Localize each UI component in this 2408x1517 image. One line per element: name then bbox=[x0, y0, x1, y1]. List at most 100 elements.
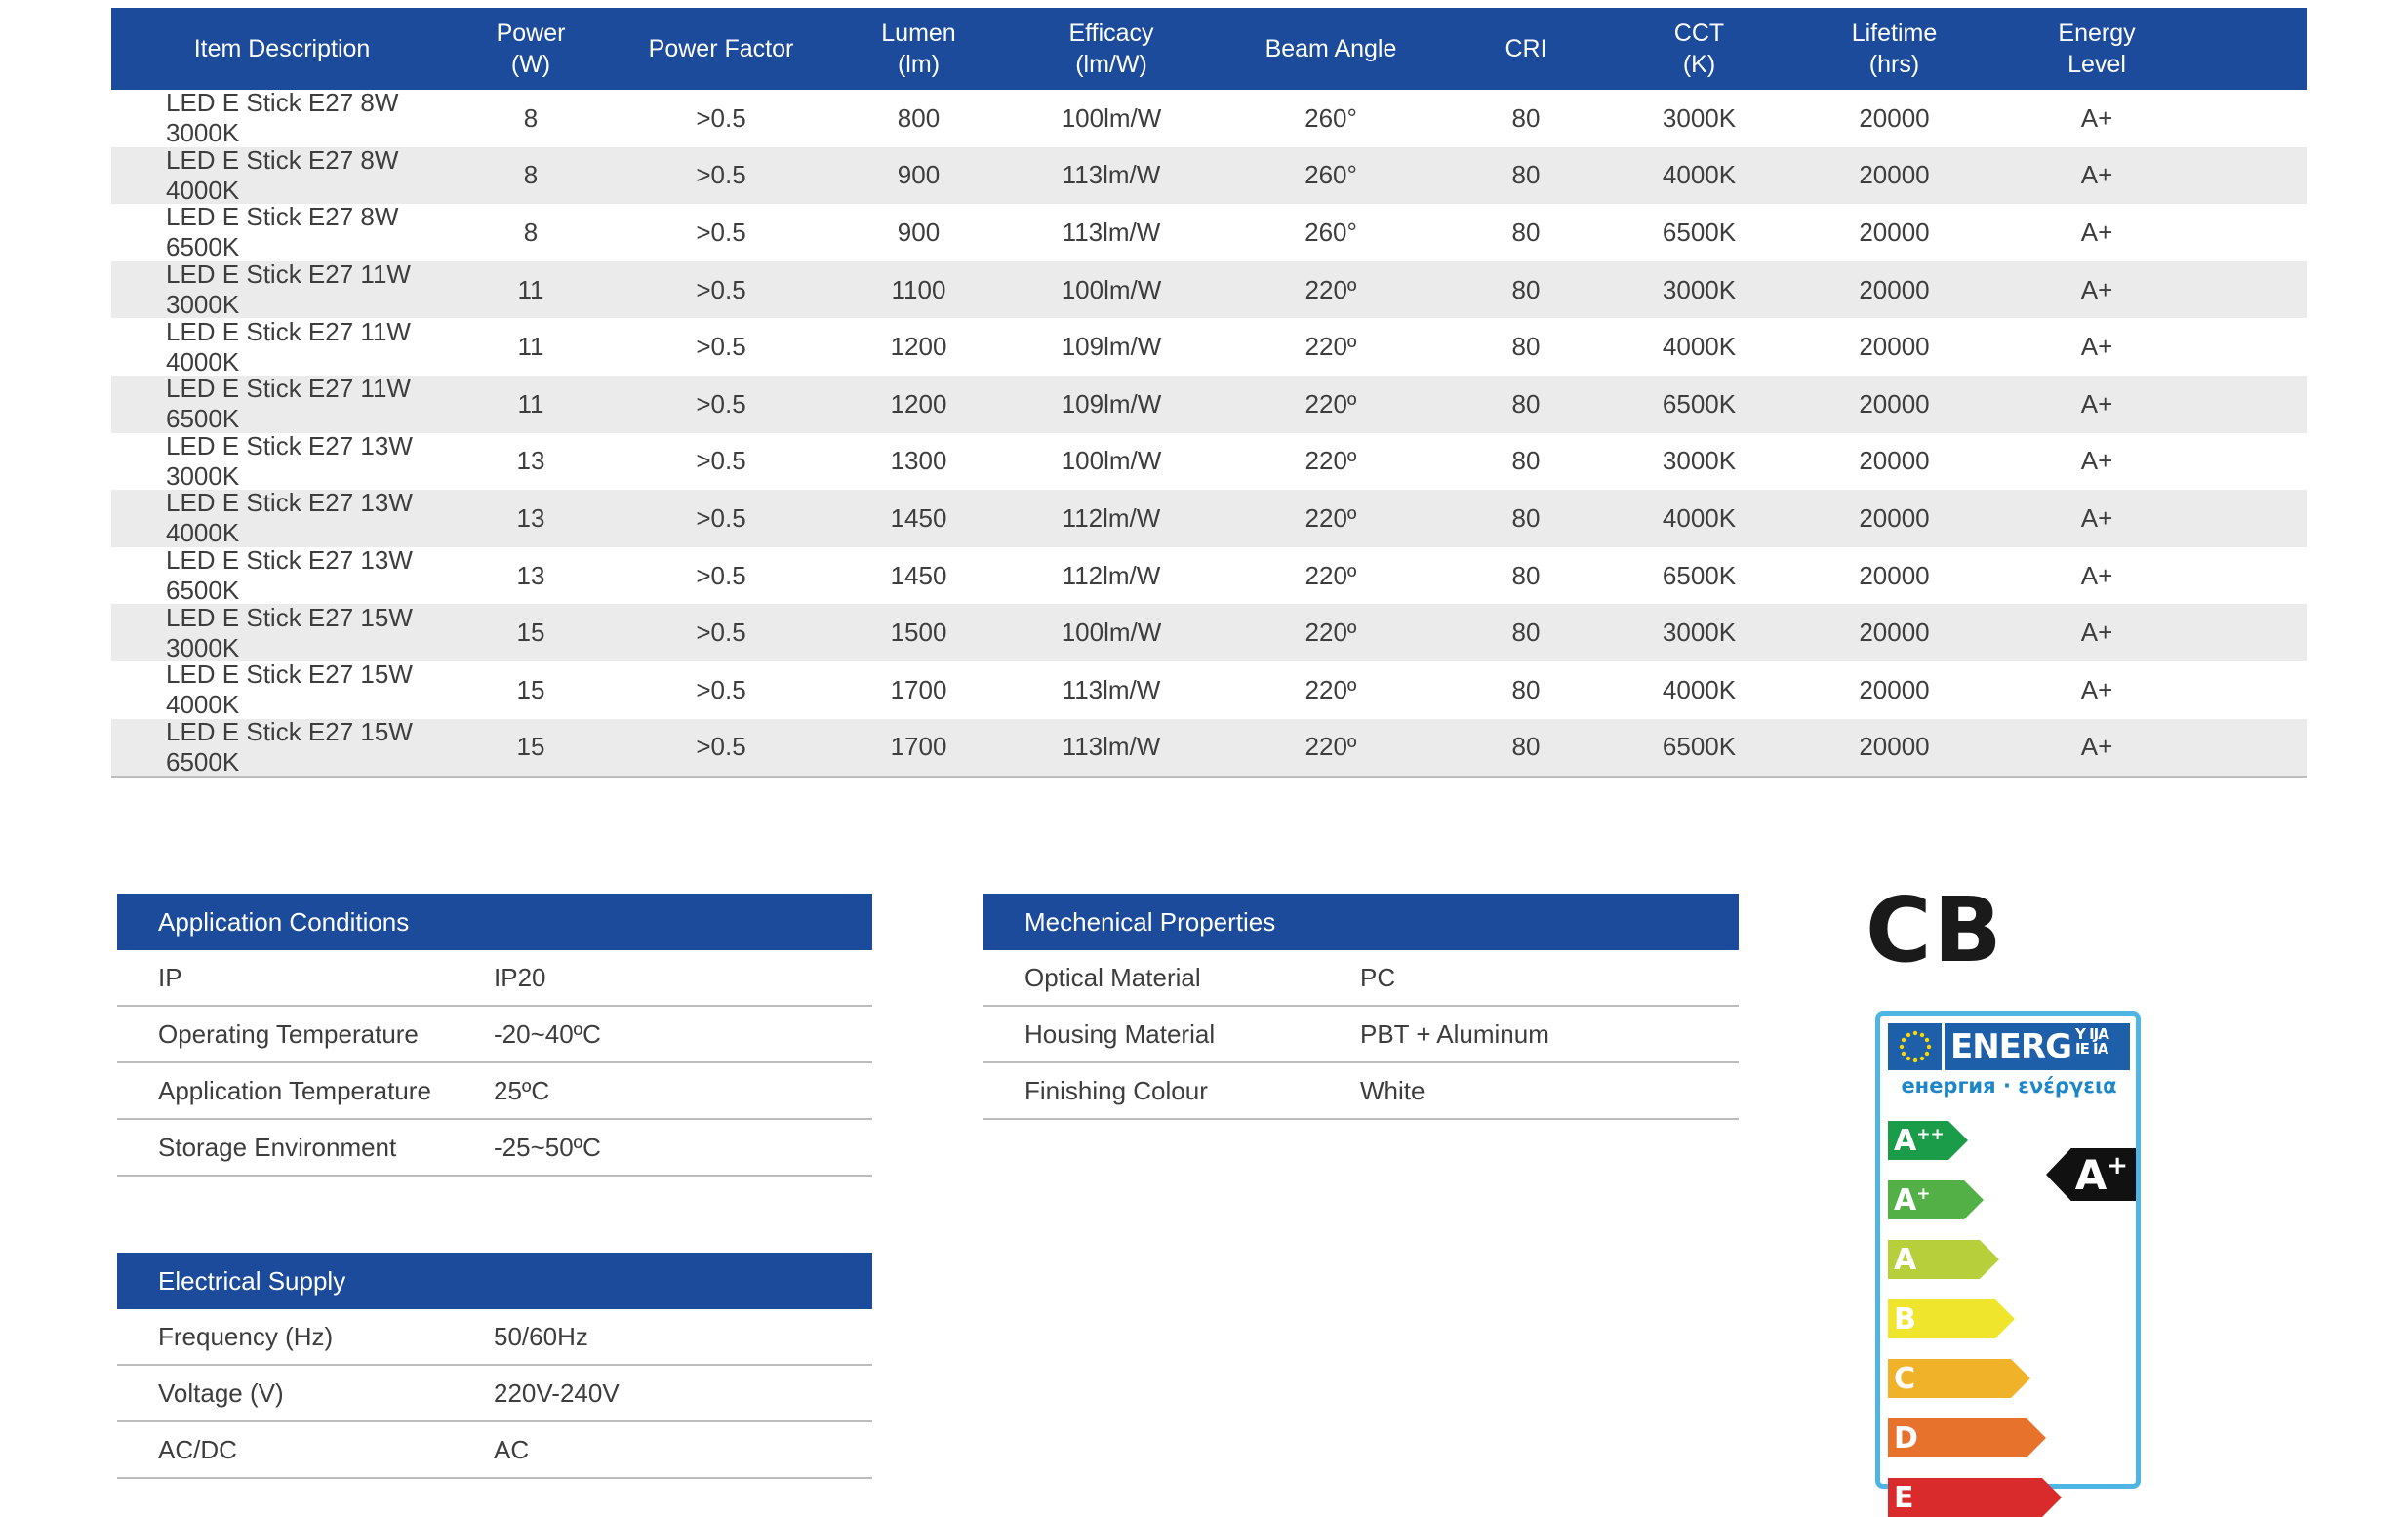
energy-class-bar: A ++ bbox=[1888, 1121, 1968, 1160]
lifetime-cell: 20000 bbox=[1859, 160, 1930, 190]
table-row: LED E Stick E27 13W 6500K 13 >0.5 1450 112lm… bbox=[111, 545, 2307, 606]
header-energy-level: Energy Level bbox=[2058, 20, 2136, 78]
beam-angle-cell: 220º bbox=[1304, 674, 1357, 704]
lumen-cell: 900 bbox=[897, 160, 941, 190]
lifetime-cell: 20000 bbox=[1859, 618, 1930, 648]
property-value: -25~50ºC bbox=[494, 1132, 601, 1162]
table-row: Frequency (Hz) 50/60Hz bbox=[117, 1309, 872, 1366]
cb-certification-logo: CB bbox=[1866, 878, 2004, 982]
power-factor-cell: >0.5 bbox=[696, 674, 746, 704]
item-description-cell: LED E Stick E27 13W 6500K bbox=[166, 545, 413, 606]
table-row: Optical Material PC bbox=[983, 950, 1739, 1007]
table-row: Storage Environment -25~50ºC bbox=[117, 1120, 872, 1177]
lifetime-cell: 20000 bbox=[1859, 388, 1930, 419]
cct-cell: 3000K bbox=[1662, 446, 1737, 476]
energy-rating-arrow: A + bbox=[2046, 1148, 2136, 1201]
power-factor-cell: >0.5 bbox=[696, 732, 746, 762]
table-row: LED E Stick E27 15W 4000K 15 >0.5 1700 113lm… bbox=[111, 659, 2307, 720]
property-value: AC bbox=[494, 1434, 530, 1464]
property-value: 25ºC bbox=[494, 1075, 550, 1105]
item-description-cell: LED E Stick E27 11W 3000K bbox=[166, 259, 411, 320]
cri-cell: 80 bbox=[1511, 560, 1541, 590]
energy-level-cell: A+ bbox=[2080, 560, 2113, 590]
property-key: Housing Material bbox=[1024, 1018, 1216, 1049]
header-lumen: Lumen (lm) bbox=[881, 20, 956, 78]
power-factor-cell: >0.5 bbox=[696, 618, 746, 648]
lumen-cell: 1700 bbox=[890, 732, 947, 762]
mechanical-properties-table: Mechenical Properties Optical Material PC… bbox=[983, 894, 1739, 1120]
lumen-cell: 900 bbox=[897, 217, 941, 247]
table-row: LED E Stick E27 11W 6500K 11 >0.5 1200 109lm… bbox=[111, 374, 2307, 434]
spec-table: Item Description Power (W) Power Factor L… bbox=[111, 8, 2307, 778]
table-row: LED E Stick E27 8W 3000K 8 >0.5 800 100lm/W 2… bbox=[111, 88, 2307, 147]
power-cell: 11 bbox=[517, 388, 544, 419]
header-cct: CCT (K) bbox=[1673, 20, 1725, 78]
lifetime-cell: 20000 bbox=[1859, 560, 1930, 590]
header-power: Power (W) bbox=[496, 20, 566, 78]
power-cell: 13 bbox=[516, 560, 545, 590]
efficacy-cell: 109lm/W bbox=[1061, 388, 1162, 419]
efficacy-cell: 100lm/W bbox=[1061, 274, 1162, 304]
table-row: LED E Stick E27 15W 6500K 15 >0.5 1700 113lm… bbox=[111, 717, 2307, 777]
mechanical-properties-title: Mechenical Properties bbox=[983, 894, 1739, 950]
power-factor-cell: >0.5 bbox=[696, 560, 746, 590]
power-cell: 13 bbox=[516, 502, 545, 533]
property-value: 50/60Hz bbox=[494, 1321, 588, 1351]
power-cell: 8 bbox=[523, 160, 539, 190]
item-description-cell: LED E Stick E27 15W 4000K bbox=[166, 659, 413, 720]
cri-cell: 80 bbox=[1511, 388, 1541, 419]
table-row: LED E Stick E27 11W 3000K 11 >0.5 1100 100lm… bbox=[111, 259, 2307, 320]
energy-level-cell: A+ bbox=[2080, 388, 2113, 419]
lifetime-cell: 20000 bbox=[1859, 446, 1930, 476]
item-description-cell: LED E Stick E27 13W 4000K bbox=[166, 488, 413, 548]
beam-angle-cell: 220º bbox=[1304, 732, 1357, 762]
beam-angle-cell: 260° bbox=[1304, 160, 1357, 190]
power-cell: 15 bbox=[516, 618, 545, 648]
property-key: AC/DC bbox=[158, 1434, 237, 1464]
power-factor-cell: >0.5 bbox=[696, 274, 746, 304]
table-row: LED E Stick E27 8W 4000K 8 >0.5 900 113lm/W 2… bbox=[111, 145, 2307, 205]
efficacy-cell: 100lm/W bbox=[1061, 446, 1162, 476]
cct-cell: 4000K bbox=[1662, 674, 1737, 704]
item-description-cell: LED E Stick E27 11W 6500K bbox=[166, 374, 411, 434]
cri-cell: 80 bbox=[1511, 102, 1541, 133]
header-beam-angle: Beam Angle bbox=[1264, 35, 1397, 62]
efficacy-cell: 112lm/W bbox=[1062, 560, 1161, 590]
application-conditions-title: Application Conditions bbox=[117, 894, 872, 950]
cct-cell: 6500K bbox=[1662, 388, 1737, 419]
cri-cell: 80 bbox=[1511, 732, 1541, 762]
cct-cell: 4000K bbox=[1662, 502, 1737, 533]
energy-level-cell: A+ bbox=[2080, 217, 2113, 247]
power-cell: 11 bbox=[517, 274, 544, 304]
lumen-cell: 1300 bbox=[890, 446, 947, 476]
lumen-cell: 1450 bbox=[890, 560, 947, 590]
efficacy-cell: 100lm/W bbox=[1061, 618, 1162, 648]
energy-level-cell: A+ bbox=[2080, 618, 2113, 648]
energy-class-bar: D bbox=[1888, 1418, 2046, 1457]
lifetime-cell: 20000 bbox=[1859, 332, 1930, 362]
energy-class-letter: B bbox=[1894, 1301, 1916, 1337]
power-factor-cell: >0.5 bbox=[696, 102, 746, 133]
power-factor-cell: >0.5 bbox=[696, 332, 746, 362]
power-factor-cell: >0.5 bbox=[696, 388, 746, 419]
table-row: Finishing Colour White bbox=[983, 1063, 1739, 1120]
application-conditions-table: Application Conditions IP IP20 Operating … bbox=[117, 894, 872, 1177]
cct-cell: 4000K bbox=[1662, 332, 1737, 362]
efficacy-cell: 113lm/W bbox=[1062, 674, 1161, 704]
property-key: Optical Material bbox=[1024, 962, 1201, 992]
property-value: -20~40ºC bbox=[494, 1018, 601, 1049]
efficacy-cell: 109lm/W bbox=[1061, 332, 1162, 362]
cct-cell: 3000K bbox=[1662, 618, 1737, 648]
lifetime-cell: 20000 bbox=[1859, 502, 1930, 533]
power-cell: 11 bbox=[517, 332, 544, 362]
item-description-cell: LED E Stick E27 11W 4000K bbox=[166, 316, 411, 377]
efficacy-cell: 112lm/W bbox=[1062, 502, 1161, 533]
efficacy-cell: 113lm/W bbox=[1062, 732, 1161, 762]
cri-cell: 80 bbox=[1511, 674, 1541, 704]
power-cell: 15 bbox=[516, 674, 545, 704]
energy-class-letter: A bbox=[1894, 1242, 1917, 1277]
efficacy-cell: 113lm/W bbox=[1062, 160, 1161, 190]
beam-angle-cell: 220º bbox=[1304, 332, 1357, 362]
spec-table-header: Item Description Power (W) Power Factor L… bbox=[111, 8, 2307, 90]
power-cell: 8 bbox=[523, 217, 539, 247]
